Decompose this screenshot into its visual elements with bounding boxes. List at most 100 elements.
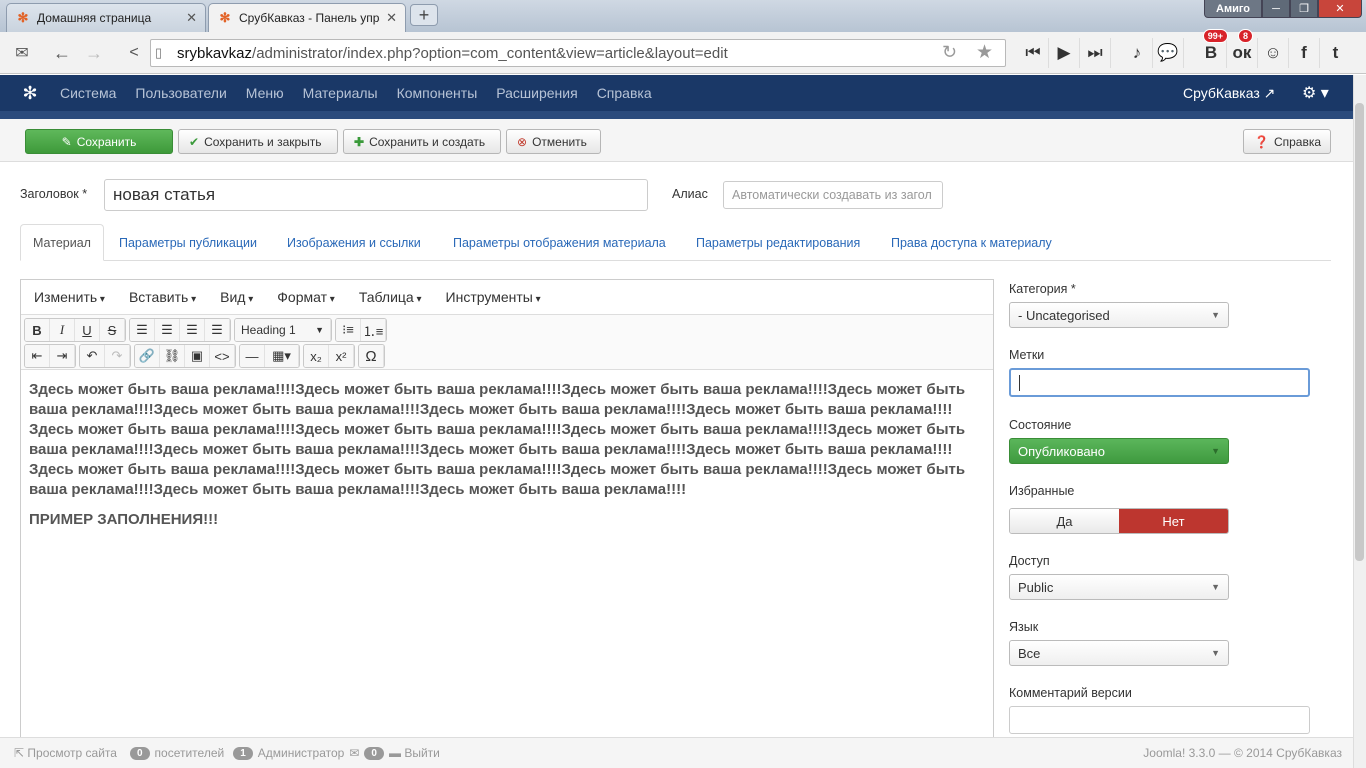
vk-icon[interactable]: В 99+ bbox=[1196, 29, 1228, 68]
numbered-list-icon[interactable]: ⒈≡ bbox=[361, 319, 386, 341]
window-close-button[interactable]: ✕ bbox=[1318, 0, 1362, 18]
save-label: Сохранить bbox=[76, 134, 137, 149]
tab-content[interactable]: Материал bbox=[20, 224, 104, 261]
bookmark-star-icon[interactable]: ★ bbox=[976, 41, 993, 64]
share-icon[interactable]: < bbox=[120, 38, 148, 68]
tab-display-options[interactable]: Параметры отображения материала bbox=[453, 224, 666, 261]
horizontal-rule-icon[interactable]: — bbox=[240, 345, 265, 367]
friends-icon[interactable]: ☺ bbox=[1258, 38, 1289, 68]
mail-icon[interactable]: ✉ bbox=[8, 38, 36, 68]
address-bar[interactable]: srybkavkaz/administrator/index.php?optio… bbox=[150, 39, 1006, 67]
unlink-icon[interactable]: ⛓ bbox=[160, 345, 185, 367]
close-icon[interactable]: ✕ bbox=[386, 10, 397, 26]
tab-editing-options[interactable]: Параметры редактирования bbox=[696, 224, 860, 261]
back-button[interactable]: ← bbox=[48, 38, 76, 68]
menu-help[interactable]: Справка bbox=[597, 85, 652, 101]
ok-letter: ок bbox=[1232, 43, 1252, 62]
code-icon[interactable]: <> bbox=[210, 345, 235, 367]
version-note-input[interactable] bbox=[1009, 706, 1310, 734]
odnoklassniki-icon[interactable]: ок 8 bbox=[1227, 29, 1258, 68]
superscript-icon[interactable]: x² bbox=[329, 345, 354, 367]
twitter-icon[interactable]: t bbox=[1320, 38, 1351, 68]
align-center-icon[interactable]: ☰ bbox=[155, 319, 180, 341]
minimize-button[interactable]: ─ bbox=[1262, 0, 1290, 18]
help-button[interactable]: ❓ Справка bbox=[1243, 129, 1331, 154]
state-select[interactable]: Опубликовано ▼ bbox=[1009, 438, 1229, 464]
format-select[interactable]: Heading 1 ▼ bbox=[235, 319, 331, 341]
save-button[interactable]: ✎ Сохранить bbox=[25, 129, 173, 154]
window-controls: Амиго ─ ❐ ✕ bbox=[1204, 0, 1362, 18]
special-char-icon[interactable]: Ω bbox=[359, 345, 384, 367]
menu-system[interactable]: Система bbox=[60, 85, 116, 101]
tab-home[interactable]: ✻ Домашняя страница ✕ bbox=[6, 3, 206, 32]
tags-input[interactable] bbox=[1009, 368, 1310, 397]
text-cursor bbox=[1019, 374, 1020, 391]
menu-components[interactable]: Компоненты bbox=[397, 85, 478, 101]
table-icon[interactable]: ▦▾ bbox=[265, 345, 299, 367]
facebook-icon[interactable]: f bbox=[1289, 38, 1320, 68]
reload-icon[interactable]: ↻ bbox=[942, 42, 957, 63]
forward-button[interactable]: → bbox=[80, 38, 108, 68]
alias-input[interactable]: Автоматически создавать из загол bbox=[723, 181, 943, 209]
play-icon[interactable]: ▶ bbox=[1049, 38, 1080, 68]
tab-images-links[interactable]: Изображения и ссылки bbox=[287, 224, 421, 261]
messages-count[interactable]: 0 bbox=[364, 746, 384, 760]
subscript-icon[interactable]: x₂ bbox=[304, 345, 329, 367]
align-left-icon[interactable]: ☰ bbox=[130, 319, 155, 341]
settings-gear-icon[interactable]: ⚙ ▾ bbox=[1302, 83, 1329, 103]
cancel-button[interactable]: ⊗ Отменить bbox=[506, 129, 601, 154]
editor-menu-view[interactable]: Вид bbox=[220, 289, 253, 305]
tab-publishing[interactable]: Параметры публикации bbox=[119, 224, 257, 261]
underline-icon[interactable]: U bbox=[75, 319, 100, 341]
editor-menu-insert[interactable]: Вставить bbox=[129, 289, 196, 305]
joomla-logo-icon[interactable]: ✻ bbox=[0, 83, 60, 104]
bold-icon[interactable]: B bbox=[25, 319, 50, 341]
editor-content[interactable]: Здесь может быть ваша реклама!!!!Здесь м… bbox=[29, 380, 984, 540]
profile-button[interactable]: Амиго bbox=[1204, 0, 1262, 18]
save-new-button[interactable]: ✚ Сохранить и создать bbox=[343, 129, 501, 154]
editor-menu-edit[interactable]: Изменить bbox=[34, 289, 105, 305]
save-close-button[interactable]: ✔ Сохранить и закрыть bbox=[178, 129, 338, 154]
editor-menu-tools[interactable]: Инструменты bbox=[446, 289, 541, 305]
insert-group: 🔗 ⛓ ▣ <> bbox=[134, 344, 236, 368]
new-tab-button[interactable]: + bbox=[410, 4, 438, 26]
strikethrough-icon[interactable]: S bbox=[100, 319, 125, 341]
undo-icon[interactable]: ↶ bbox=[80, 345, 105, 367]
header-strip bbox=[0, 111, 1353, 119]
menu-menus[interactable]: Меню bbox=[246, 85, 284, 101]
redo-icon[interactable]: ↷ bbox=[105, 345, 130, 367]
language-label: Язык bbox=[1009, 620, 1039, 634]
menu-content[interactable]: Материалы bbox=[303, 85, 378, 101]
title-input[interactable]: новая статья bbox=[104, 179, 648, 211]
tab-permissions[interactable]: Права доступа к материалу bbox=[891, 224, 1052, 261]
previous-track-icon[interactable]: ⏮ bbox=[1018, 38, 1049, 68]
menu-users[interactable]: Пользователи bbox=[135, 85, 226, 101]
site-name-link[interactable]: СрубКавказ ↗ bbox=[1183, 85, 1275, 102]
mail-icon[interactable]: ✉ bbox=[349, 746, 359, 760]
access-select[interactable]: Public ▼ bbox=[1009, 574, 1229, 600]
language-select[interactable]: Все ▼ bbox=[1009, 640, 1229, 666]
featured-yes-button[interactable]: Да bbox=[1010, 509, 1119, 533]
tab-admin[interactable]: ✻ СрубКавказ - Панель упра ✕ bbox=[208, 3, 406, 32]
image-icon[interactable]: ▣ bbox=[185, 345, 210, 367]
scrollbar-thumb[interactable] bbox=[1355, 103, 1364, 561]
indent-icon[interactable]: ⇥ bbox=[50, 345, 75, 367]
menu-extensions[interactable]: Расширения bbox=[496, 85, 577, 101]
view-site-link[interactable]: ⇱ Просмотр сайта bbox=[14, 746, 117, 760]
align-justify-icon[interactable]: ☰ bbox=[205, 319, 230, 341]
category-select[interactable]: - Uncategorised ▼ bbox=[1009, 302, 1229, 328]
chat-icon[interactable]: 💬 bbox=[1153, 38, 1184, 68]
editor-menu-format[interactable]: Формат bbox=[277, 289, 335, 305]
next-track-icon[interactable]: ⏭ bbox=[1080, 38, 1111, 68]
outdent-icon[interactable]: ⇤ bbox=[25, 345, 50, 367]
featured-no-button[interactable]: Нет bbox=[1119, 509, 1228, 533]
bullet-list-icon[interactable]: ⁝≡ bbox=[336, 319, 361, 341]
music-note-icon[interactable]: ♪ bbox=[1122, 38, 1153, 68]
editor-menu-table[interactable]: Таблица bbox=[359, 289, 422, 305]
align-right-icon[interactable]: ☰ bbox=[180, 319, 205, 341]
link-icon[interactable]: 🔗 bbox=[135, 345, 160, 367]
close-icon[interactable]: ✕ bbox=[186, 10, 197, 26]
logout-link[interactable]: ▬ Выйти bbox=[389, 746, 440, 760]
italic-icon[interactable]: I bbox=[50, 319, 75, 341]
maximize-button[interactable]: ❐ bbox=[1290, 0, 1318, 18]
